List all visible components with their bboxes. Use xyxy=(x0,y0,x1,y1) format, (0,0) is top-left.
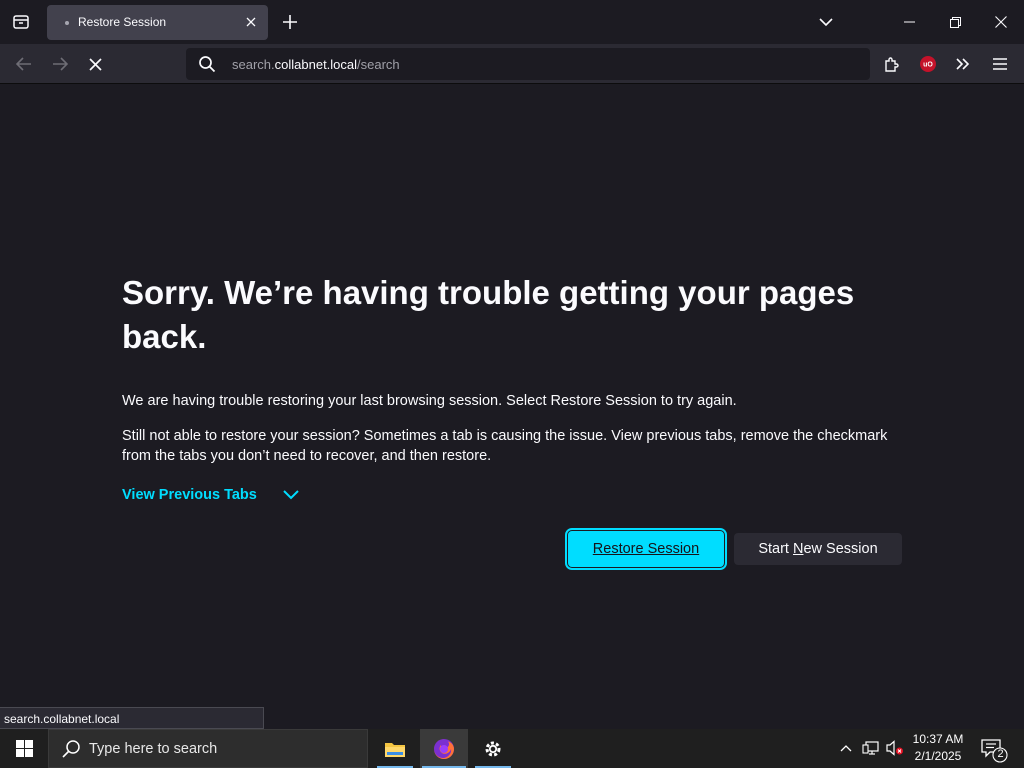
clock-time: 10:37 AM xyxy=(912,732,964,746)
new-tab-button[interactable] xyxy=(278,10,302,34)
label-mnemonic: N xyxy=(793,541,804,557)
firefox-icon xyxy=(434,738,454,759)
gear-icon xyxy=(485,741,501,756)
settings-taskbar-button[interactable] xyxy=(473,729,513,768)
label-part: ew Session xyxy=(803,541,878,557)
view-previous-tabs-label: View Previous Tabs xyxy=(122,487,257,503)
tab-loading-dot-icon xyxy=(65,21,69,25)
restore-help-text: Still not able to restore your session? … xyxy=(122,428,888,464)
puzzle-piece-icon xyxy=(885,57,899,72)
chevron-down-icon xyxy=(819,17,833,26)
app-menu-button[interactable] xyxy=(986,50,1014,78)
chevron-down-icon xyxy=(283,490,299,500)
url-prefix: search. xyxy=(232,57,275,72)
arrow-right-icon xyxy=(53,57,68,71)
folder-icon xyxy=(385,742,405,757)
close-icon xyxy=(995,16,1007,28)
file-explorer-taskbar-button[interactable] xyxy=(375,729,415,768)
label-part: Start xyxy=(758,541,793,557)
tab-strip: Restore Session xyxy=(0,0,1024,44)
search-icon xyxy=(62,740,80,758)
restore-down-button[interactable] xyxy=(932,0,978,44)
network-tray-button[interactable] xyxy=(861,738,881,758)
clock-date: 2/1/2025 xyxy=(914,749,962,763)
list-all-tabs-button[interactable] xyxy=(814,10,838,34)
minimize-icon xyxy=(903,21,915,23)
firefox-taskbar-button[interactable] xyxy=(420,729,468,768)
restore-window-icon xyxy=(949,16,961,28)
restore-description: We are having trouble restoring your las… xyxy=(122,393,737,409)
taskbar-search-box[interactable]: Type here to search xyxy=(48,729,368,768)
action-center-button[interactable]: 2 xyxy=(978,735,1008,763)
tab-close-button[interactable] xyxy=(242,13,260,31)
taskbar-clock[interactable]: 10:37 AM 2/1/2025 xyxy=(906,731,970,765)
tab-restore-session[interactable]: Restore Session xyxy=(47,5,268,40)
network-monitor-icon xyxy=(862,741,879,755)
start-new-session-label: Start New Session xyxy=(758,541,877,557)
hamburger-menu-icon xyxy=(993,58,1007,70)
taskbar-search-placeholder: Type here to search xyxy=(89,741,218,757)
firefox-view-icon xyxy=(13,15,29,29)
more-tools-button[interactable] xyxy=(949,50,977,78)
volume-tray-button[interactable] xyxy=(885,738,905,758)
windows-logo-icon xyxy=(15,740,33,757)
close-window-button[interactable] xyxy=(978,0,1024,44)
start-new-session-button[interactable]: Start New Session xyxy=(734,533,902,565)
notification-count-badge: 2 xyxy=(997,748,1004,760)
show-hidden-icons-button[interactable] xyxy=(836,738,856,758)
minimize-button[interactable] xyxy=(886,0,932,44)
navigation-toolbar: search.collabnet.local/search uO xyxy=(0,44,1024,84)
ublock-origin-icon: uO xyxy=(920,56,936,72)
search-icon xyxy=(199,56,216,73)
volume-muted-icon xyxy=(886,740,903,756)
start-button[interactable] xyxy=(0,729,48,768)
taskbar: Type here to search 10:37 AM 2/1/2025 2 xyxy=(0,729,1024,768)
link-status-panel: search.collabnet.local xyxy=(0,707,264,729)
firefox-view-button[interactable] xyxy=(0,0,42,44)
url-bar[interactable]: search.collabnet.local/search xyxy=(186,48,870,80)
close-icon xyxy=(246,17,256,27)
back-button[interactable] xyxy=(10,50,38,78)
ublock-origin-button[interactable]: uO xyxy=(914,50,942,78)
view-previous-tabs-toggle[interactable]: View Previous Tabs xyxy=(122,487,299,503)
page-title: Sorry. We’re having trouble getting your… xyxy=(122,274,855,355)
tab-title: Restore Session xyxy=(78,15,167,29)
restore-session-label: Restore Session xyxy=(592,541,700,557)
chevrons-right-icon xyxy=(956,58,970,70)
arrow-left-icon xyxy=(16,57,31,71)
forward-button[interactable] xyxy=(46,50,74,78)
restore-session-page: Sorry. We’re having trouble getting your… xyxy=(0,85,1024,705)
url-text: search.collabnet.local/search xyxy=(232,57,400,72)
plus-icon xyxy=(283,15,297,29)
stop-button[interactable] xyxy=(81,50,109,78)
svg-text:uO: uO xyxy=(923,62,933,69)
stop-x-icon xyxy=(88,57,102,71)
url-path: /search xyxy=(357,57,400,72)
url-host: collabnet.local xyxy=(274,57,358,72)
restore-session-button[interactable]: Restore Session xyxy=(565,528,727,570)
chevron-up-icon xyxy=(840,745,852,752)
extensions-button[interactable] xyxy=(878,50,906,78)
